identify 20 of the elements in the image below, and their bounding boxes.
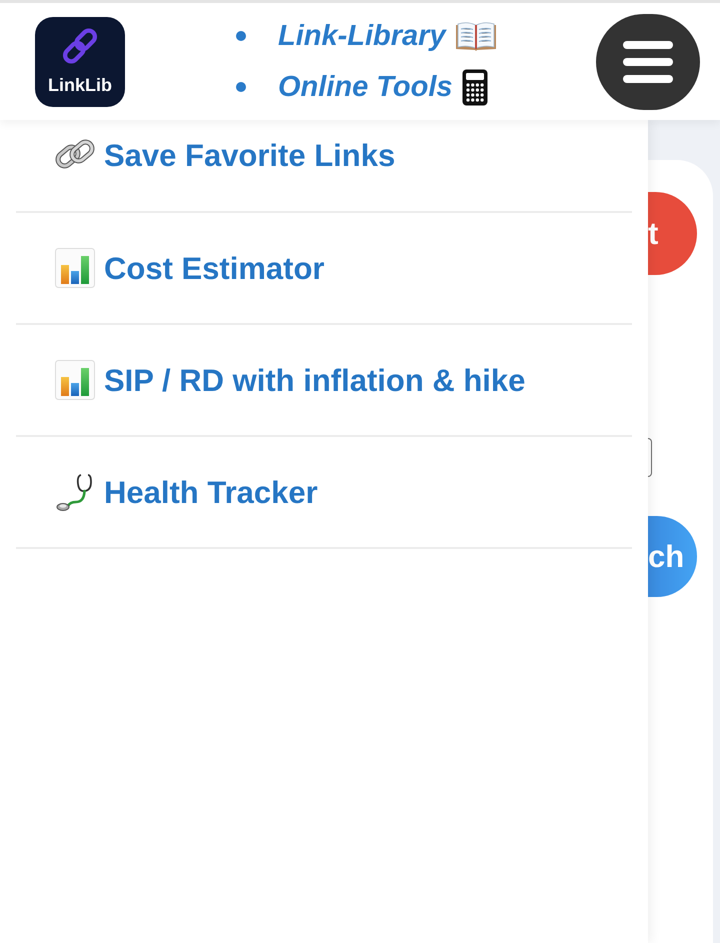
submit-button[interactable]: ch	[648, 516, 697, 597]
calculator-icon	[462, 68, 488, 106]
nav-link[interactable]: Online Tools	[278, 68, 488, 106]
bar-chart-icon	[55, 248, 95, 288]
nav-link[interactable]: Link-Library	[278, 21, 497, 51]
menu-icon	[623, 40, 673, 82]
chain-link-icon	[61, 26, 99, 64]
menu-item[interactable]: Health Tracker	[55, 472, 318, 512]
logo-text: LinkLib	[48, 76, 112, 94]
stethoscope-icon	[55, 472, 95, 512]
input-field[interactable]	[648, 438, 652, 477]
bullet-icon	[236, 82, 246, 92]
bar-chart-icon	[55, 360, 95, 400]
menu-item[interactable]: Save Favorite Links	[55, 136, 396, 174]
menu-item[interactable]: Cost Estimator	[55, 248, 324, 288]
action-button[interactable]: t	[648, 192, 697, 275]
open-book-icon	[454, 21, 497, 51]
bullet-icon	[236, 31, 246, 41]
app-logo[interactable]: LinkLib	[35, 16, 125, 106]
menu-item[interactable]: SIP / RD with inflation & hike	[55, 360, 526, 400]
